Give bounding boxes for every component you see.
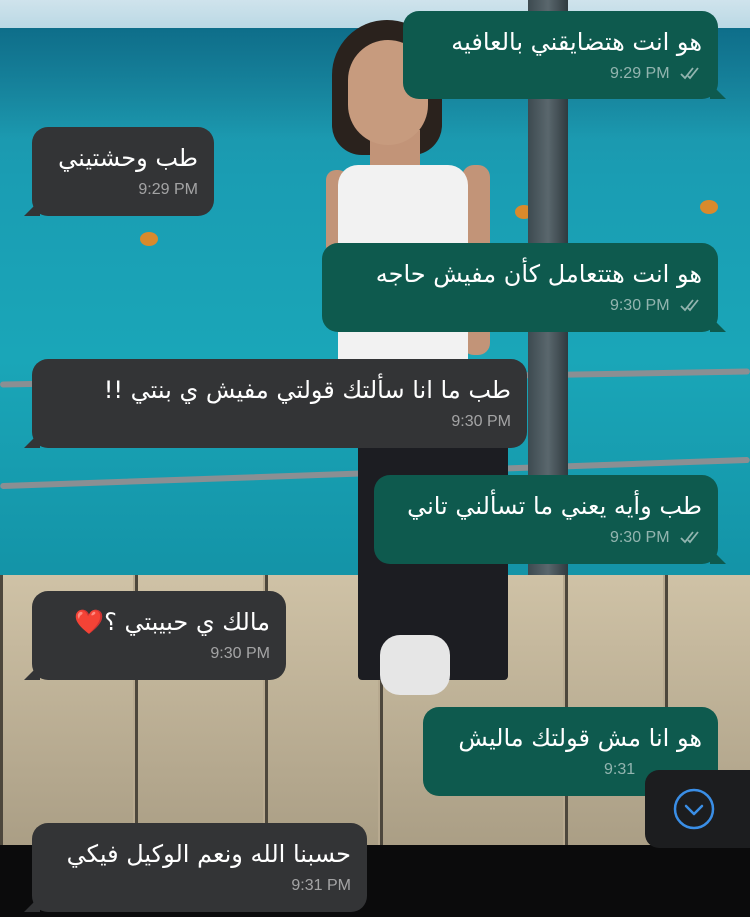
message-time: 9:30 PM — [210, 645, 270, 662]
message-time: 9:29 PM — [609, 65, 670, 82]
message-meta: 9:30 PM — [390, 529, 702, 549]
message-text: طب وحشتيني — [58, 144, 198, 172]
message-text: هو انت هتتعامل كأن مفيش حاجه — [375, 260, 702, 288]
message-text: هو انا مش قولتك ماليش — [458, 724, 702, 752]
message-text: طب ما انا سألتك قولتي مفيش ي بنتي !! — [103, 376, 511, 404]
scroll-to-bottom-button[interactable] — [645, 770, 750, 848]
message-time: 9:31 PM — [291, 877, 351, 894]
chevron-down-circle-icon — [673, 788, 715, 830]
outgoing-message[interactable]: هو انت هتضايقني بالعافيه 9:29 PM — [403, 11, 726, 99]
message-time: 9:30 PM — [609, 529, 670, 546]
message-meta: 9:29 PM — [419, 65, 702, 85]
double-check-icon — [680, 66, 702, 85]
message-text: هو انت هتضايقني بالعافيه — [451, 28, 702, 56]
message-text: حسبنا الله ونعم الوكيل فيكي — [66, 840, 351, 868]
outgoing-message[interactable]: طب وأيه يعني ما تسألني تاني 9:30 PM — [374, 475, 726, 564]
incoming-message[interactable]: مالك ي حبيبتي ؟❤️ 9:30 PM — [24, 591, 286, 680]
double-check-icon — [680, 298, 702, 317]
incoming-message[interactable]: طب ما انا سألتك قولتي مفيش ي بنتي !! 9:3… — [24, 359, 527, 448]
incoming-message[interactable]: حسبنا الله ونعم الوكيل فيكي 9:31 PM — [24, 823, 367, 912]
outgoing-message[interactable]: هو انت هتتعامل كأن مفيش حاجه 9:30 PM — [322, 243, 726, 332]
message-text: طب وأيه يعني ما تسألني تاني — [407, 492, 702, 520]
double-check-icon — [680, 530, 702, 549]
message-time: 9:30 PM — [609, 297, 670, 314]
incoming-message[interactable]: طب وحشتيني 9:29 PM — [24, 127, 214, 216]
message-meta: 9:30 PM — [338, 297, 702, 317]
message-time: 9:30 PM — [451, 413, 511, 430]
message-text: مالك ي حبيبتي ؟❤️ — [74, 608, 270, 636]
message-time: 9:29 PM — [138, 181, 198, 198]
